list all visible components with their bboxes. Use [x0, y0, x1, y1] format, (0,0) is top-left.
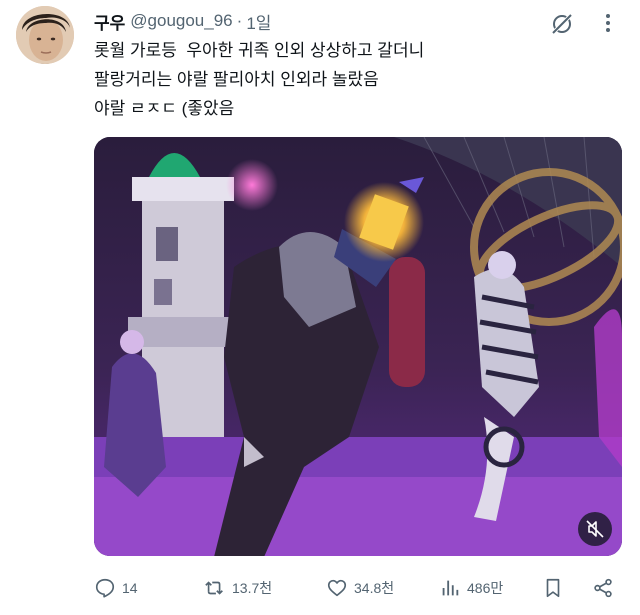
heart-icon [327, 579, 347, 597]
retweet-button[interactable]: 13.7천 [204, 572, 272, 604]
share-button[interactable] [592, 572, 620, 604]
bookmark-button[interactable] [542, 572, 570, 604]
video-frame [94, 137, 622, 556]
like-count: 34.8천 [354, 580, 395, 596]
reply-count: 14 [122, 580, 138, 596]
bookmark-icon [546, 578, 560, 598]
tweet-line-3: 야랄 ㄹㅈㄷ (좋았음 [94, 99, 235, 118]
views-icon [442, 580, 459, 596]
author-handle[interactable]: @gougou_96 [130, 11, 232, 31]
retweet-count: 13.7천 [232, 580, 273, 596]
like-button[interactable]: 34.8천 [326, 572, 394, 604]
reply-icon [95, 578, 115, 598]
author-name[interactable]: 구우 [94, 9, 125, 34]
avatar[interactable] [16, 6, 74, 64]
tweet-header: 구우 @gougou_96 · 1일 [94, 8, 271, 34]
tweet-line-1: 롯월 가로등 우아한 귀족 인외 상상하고 갈더니 [94, 41, 425, 60]
reply-button[interactable]: 14 [94, 572, 138, 604]
separator-dot: · [236, 11, 243, 30]
view-count: 486만 [467, 580, 504, 596]
grok-icon[interactable] [550, 12, 574, 36]
retweet-icon [205, 581, 223, 595]
more-icon[interactable] [598, 12, 618, 34]
tweet-text: 롯월 가로등 우아한 귀족 인외 상상하고 갈더니 팔랑거리는 야랄 팔리아치 … [94, 36, 614, 123]
views-button[interactable]: 486만 [439, 572, 503, 604]
tweet-line-2: 팔랑거리는 야랄 팔리아치 인외라 놀랐음 [94, 70, 379, 89]
tweet-timestamp[interactable]: 1일 [246, 9, 271, 34]
tweet-actions: 14 13.7천 34.8천 486만 [94, 572, 624, 604]
share-icon [594, 578, 612, 598]
profile-photo [16, 6, 74, 64]
muted-speaker-icon [586, 520, 604, 538]
video-player[interactable] [94, 137, 622, 556]
mute-button[interactable] [578, 512, 612, 546]
